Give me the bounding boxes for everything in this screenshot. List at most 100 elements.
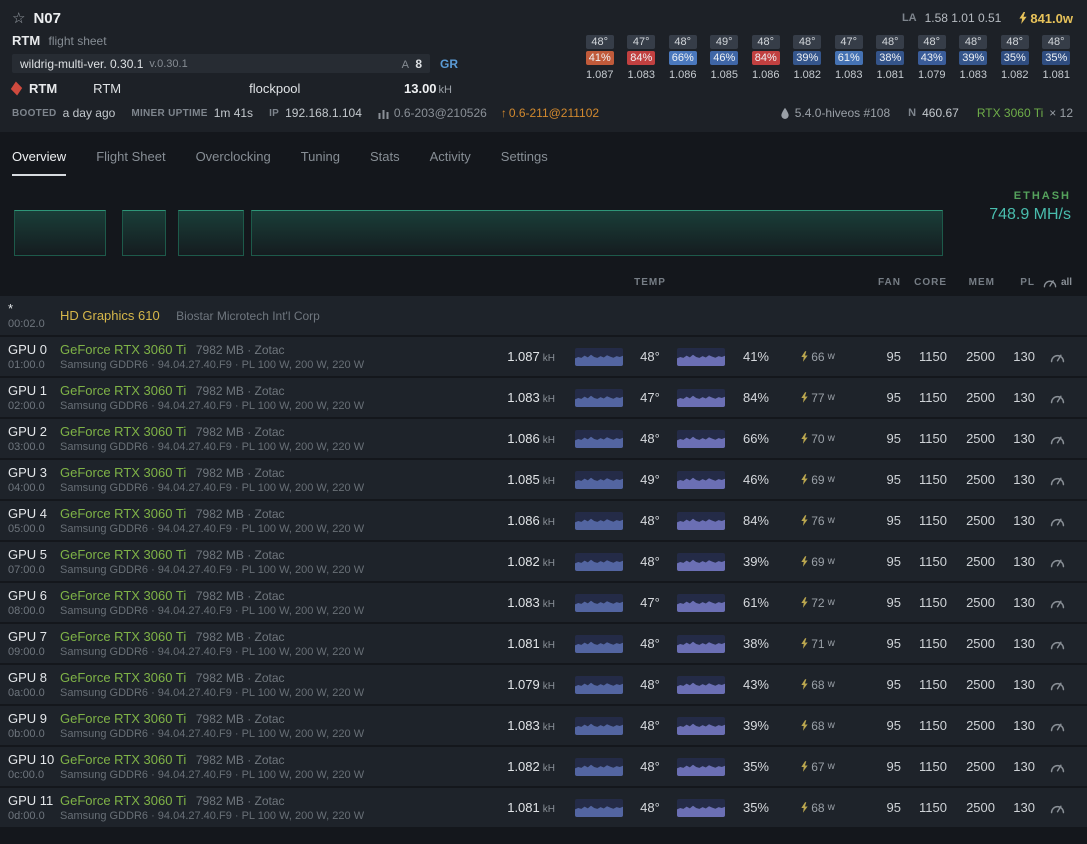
gpu-mem-clock: 2500 (966, 636, 995, 651)
gpu-overclock-gauge-icon[interactable] (1035, 432, 1079, 445)
mini-hashrate: 1.083 (627, 69, 656, 81)
gpu-power-limit: 130 (1013, 554, 1035, 569)
lightning-icon (1019, 12, 1027, 24)
gpu-overclock-gauge-icon[interactable] (1035, 719, 1079, 732)
tab-overclocking[interactable]: Overclocking (196, 149, 271, 176)
gpu-mem-clock: 2500 (966, 800, 995, 815)
fan-column-header: FAN (878, 276, 901, 288)
gpu-core-clock: 1150 (919, 800, 947, 815)
gpu-fan-value: 46% (742, 472, 769, 487)
gpu-bus-id: 02:00.0 (8, 400, 45, 412)
gpu-fan-value: 84% (742, 390, 769, 405)
gpu-name-link[interactable]: GeForce RTX 3060 Ti (60, 506, 186, 521)
gpu-bus-id: 07:00.0 (8, 564, 45, 576)
flight-sheet-name: RTM (12, 33, 41, 48)
gpu-memory-brand: 7982 MB · Zotac (195, 630, 285, 644)
gpu-temp-value: 48° (640, 718, 660, 733)
gpu-core-clock: 1150 (919, 513, 947, 528)
mini-fan-badge: 35% (1000, 51, 1029, 65)
gpu-name-link[interactable]: GeForce RTX 3060 Ti (60, 629, 186, 644)
gpu-index: GPU 1 (8, 383, 48, 398)
gpu-name-link[interactable]: GeForce RTX 3060 Ti (60, 424, 186, 439)
gpu-power: 77 w (781, 391, 855, 405)
coin-icon (10, 81, 23, 96)
mini-temp-badge: 48° (751, 35, 780, 49)
gpu-overclock-gauge-icon[interactable] (1035, 391, 1079, 404)
tab-settings[interactable]: Settings (501, 149, 548, 176)
temp-sparkline (575, 634, 623, 653)
tab-activity[interactable]: Activity (430, 149, 471, 176)
tab-stats[interactable]: Stats (370, 149, 400, 176)
miner-name: wildrig-multi-ver. 0.30.1 (20, 56, 144, 71)
gpu-fan-chart (673, 347, 731, 366)
gpu-name-link[interactable]: GeForce RTX 3060 Ti (60, 547, 186, 562)
gpu-index: GPU 2 (8, 424, 48, 439)
gpu-bus-id: 05:00.0 (8, 523, 45, 535)
gpu-row-4: GPU 4 05:00.0 GeForce RTX 3060 Ti 7982 M… (0, 501, 1087, 542)
gpu-overclock-gauge-icon[interactable] (1035, 678, 1079, 691)
tab-tuning[interactable]: Tuning (301, 149, 340, 176)
coin-row: RTM RTM flockpool 13.00 kH (10, 81, 464, 96)
gpu-name-link[interactable]: GeForce RTX 3060 Ti (60, 465, 186, 480)
mini-temp-badge: 47° (627, 35, 656, 49)
gpu-overclock-gauge-icon[interactable] (1035, 514, 1079, 527)
gpu-detail: Samsung GDDR6 · 94.04.27.40.F9 · PL 100 … (60, 728, 365, 740)
integrated-gpu-name[interactable]: HD Graphics 610 (60, 308, 160, 323)
gpu-hashrate: 1.082 kH (507, 759, 555, 774)
algo-hashrate-summary: ETHASH 748.9 MH/s (989, 190, 1071, 224)
gpu-mini-grid: 48° 41% 1.087 47° 84% 1.083 48° 66% 1.086 49° 46% 1… (579, 32, 1077, 96)
gpu-temp-chart (571, 757, 627, 776)
gpu-memory-brand: 7982 MB · Zotac (195, 507, 285, 521)
system-info: 5.4.0-hiveos #108 N 460.67 RTX 3060 Ti ×… (780, 106, 1073, 120)
chart-segment (14, 210, 106, 256)
gpu-overclock-gauge-icon[interactable] (1035, 350, 1079, 363)
gpu-name-link[interactable]: GeForce RTX 3060 Ti (60, 752, 186, 767)
miner-bar[interactable]: wildrig-multi-ver. 0.30.1 v.0.30.1 A 8 (12, 54, 430, 73)
favorite-star-icon[interactable]: ☆ (12, 9, 25, 27)
tab-flight-sheet[interactable]: Flight Sheet (96, 149, 165, 176)
fan-sparkline (677, 593, 725, 612)
agent-update-link[interactable]: ↑ 0.6-211@211102 (501, 106, 599, 120)
gpu-core-clock: 1150 (919, 677, 947, 692)
mini-hashrate: 1.082 (793, 69, 822, 81)
mini-gpu-column-5: 48° 39% 1.082 (787, 35, 829, 96)
temp-sparkline (575, 388, 623, 407)
gpu-power-limit: 130 (1013, 349, 1035, 364)
mini-gpu-column-3: 49° 46% 1.085 (704, 35, 746, 96)
gpu-overclock-gauge-icon[interactable] (1035, 760, 1079, 773)
gpu-overclock-gauge-icon[interactable] (1035, 473, 1079, 486)
gpu-fan-setting: 95 (886, 390, 901, 405)
gpu-fan-chart (673, 593, 731, 612)
tab-overview[interactable]: Overview (12, 149, 66, 176)
gpu-name-link[interactable]: GeForce RTX 3060 Ti (60, 793, 186, 808)
gpu-bus-id: 0d:00.0 (8, 810, 45, 822)
gpu-core-clock: 1150 (919, 718, 947, 733)
agent-release-icon (378, 109, 389, 119)
pool-name[interactable]: flockpool (249, 81, 300, 96)
rig-name[interactable]: N07 (33, 10, 61, 27)
miner-version: v.0.30.1 (149, 57, 188, 70)
gpu-name-link[interactable]: GeForce RTX 3060 Ti (60, 670, 186, 685)
mini-temp-badge: 49° (710, 35, 739, 49)
gpu-detail: Samsung GDDR6 · 94.04.27.40.F9 · PL 100 … (60, 482, 365, 494)
gpu-name-link[interactable]: GeForce RTX 3060 Ti (60, 711, 186, 726)
mini-fan-badge: 41% (585, 51, 614, 65)
gpu-overclock-gauge-icon[interactable] (1035, 801, 1079, 814)
mini-hashrate: 1.087 (585, 69, 614, 81)
gpu-power-limit: 130 (1013, 513, 1035, 528)
gpu-overclock-gauge-icon[interactable] (1035, 555, 1079, 568)
gpu-hashrate: 1.081 kH (507, 636, 555, 651)
gpu-temp-value: 47° (640, 595, 660, 610)
mini-gpu-column-0: 48° 41% 1.087 (579, 35, 621, 96)
hashrate-chart-segments (14, 210, 943, 256)
overclock-all-button[interactable]: all (1035, 276, 1079, 288)
mini-gpu-column-10: 48° 35% 1.082 (994, 35, 1036, 96)
gpu-detail: Samsung GDDR6 · 94.04.27.40.F9 · PL 100 … (60, 441, 365, 453)
gpu-overclock-gauge-icon[interactable] (1035, 637, 1079, 650)
fan-sparkline (677, 716, 725, 735)
gpu-name-link[interactable]: GeForce RTX 3060 Ti (60, 383, 186, 398)
gpu-overclock-gauge-icon[interactable] (1035, 596, 1079, 609)
gpu-name-link[interactable]: GeForce RTX 3060 Ti (60, 588, 186, 603)
gpu-name-link[interactable]: GeForce RTX 3060 Ti (60, 342, 186, 357)
gpu-temp-chart (571, 675, 627, 694)
